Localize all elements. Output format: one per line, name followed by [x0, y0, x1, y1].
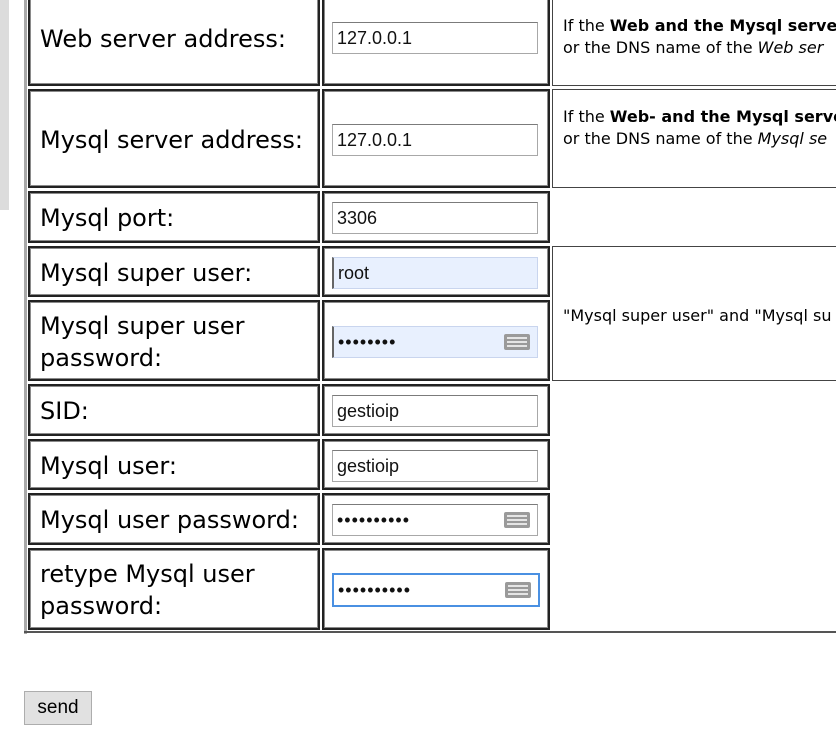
keyboard-icon[interactable]: [504, 512, 530, 528]
mysql-super-user-password-label-line2: password:: [40, 344, 163, 372]
help-bold: Web- and the Mysql serve: [609, 107, 836, 126]
mysql-user-input[interactable]: gestioip: [332, 450, 538, 482]
page-left-strip: [0, 0, 9, 210]
super-user-help-text: "Mysql super user" and "Mysql su: [563, 306, 832, 325]
mysql-super-user-label: Mysql super user:: [40, 259, 253, 287]
mysql-user-password-input[interactable]: ••••••••••: [332, 504, 538, 536]
mysql-super-user-password-input[interactable]: ••••••••: [332, 326, 538, 358]
web-server-address-label: Web server address:: [40, 25, 286, 53]
input-cell-sid: gestioip: [322, 384, 550, 436]
password-mask: ••••••••••: [338, 580, 412, 600]
mysql-port-input[interactable]: 3306: [332, 202, 538, 234]
label-cell-mysql-super-user-password: Mysql super user password:: [28, 300, 320, 381]
label-cell-mysql-user-password: Mysql user password:: [28, 493, 320, 545]
super-user-help: "Mysql super user" and "Mysql su: [552, 246, 836, 381]
input-cell-retype-mysql-user-password: ••••••••••: [322, 548, 550, 630]
password-mask: ••••••••: [338, 332, 397, 352]
mysql-port-label: Mysql port:: [40, 204, 175, 232]
retype-password-label-line1: retype Mysql user: [40, 560, 255, 588]
label-cell-mysql-super-user: Mysql super user:: [28, 246, 320, 297]
mysql-super-user-password-label-line1: Mysql super user: [40, 312, 245, 340]
label-cell-retype-mysql-user-password: retype Mysql user password:: [28, 548, 320, 630]
label-cell-web-server-address: Web server address:: [28, 0, 320, 86]
help-text: or the DNS name of the: [563, 129, 758, 148]
input-cell-web-server-address: 127.0.0.1: [322, 0, 550, 86]
mysql-server-address-label: Mysql server address:: [40, 126, 303, 154]
input-cell-mysql-server-address: 127.0.0.1: [322, 89, 550, 188]
help-text: If the: [563, 107, 610, 126]
input-cell-mysql-port: 3306: [322, 191, 550, 243]
config-form-table: Web server address: 127.0.0.1 If the Web…: [24, 0, 836, 634]
input-cell-mysql-super-user-password: ••••••••: [322, 300, 550, 381]
label-cell-mysql-port: Mysql port:: [28, 191, 320, 243]
input-cell-mysql-super-user: root: [322, 246, 550, 297]
help-italic: Web ser: [757, 38, 824, 57]
mysql-user-password-label: Mysql user password:: [40, 506, 299, 534]
sid-input[interactable]: gestioip: [332, 395, 538, 427]
help-italic: Mysql se: [757, 129, 828, 148]
sid-label: SID:: [40, 397, 89, 425]
table-left-border: [24, 0, 27, 634]
label-cell-mysql-user: Mysql user:: [28, 439, 320, 490]
web-server-address-help: If the Web and the Mysql server or the D…: [552, 0, 836, 86]
label-cell-mysql-server-address: Mysql server address:: [28, 89, 320, 188]
keyboard-icon[interactable]: [505, 582, 531, 598]
password-mask: ••••••••••: [337, 510, 411, 530]
help-bold: Web and the Mysql server: [609, 16, 836, 35]
help-text: or the DNS name of the: [563, 38, 758, 57]
mysql-server-address-input[interactable]: 127.0.0.1: [332, 124, 538, 156]
web-server-address-input[interactable]: 127.0.0.1: [332, 22, 538, 54]
label-cell-sid: SID:: [28, 384, 320, 436]
mysql-server-address-help: If the Web- and the Mysql serve or the D…: [552, 89, 836, 188]
input-cell-mysql-user: gestioip: [322, 439, 550, 490]
input-cell-mysql-user-password: ••••••••••: [322, 493, 550, 545]
mysql-super-user-input[interactable]: root: [332, 257, 538, 289]
retype-mysql-user-password-input[interactable]: ••••••••••: [332, 573, 540, 607]
send-button[interactable]: send: [24, 691, 92, 725]
mysql-user-label: Mysql user:: [40, 452, 177, 480]
table-bottom-border: [24, 631, 836, 633]
keyboard-icon[interactable]: [504, 334, 530, 350]
retype-password-label-line2: password:: [40, 592, 163, 620]
help-text: If the: [563, 16, 610, 35]
